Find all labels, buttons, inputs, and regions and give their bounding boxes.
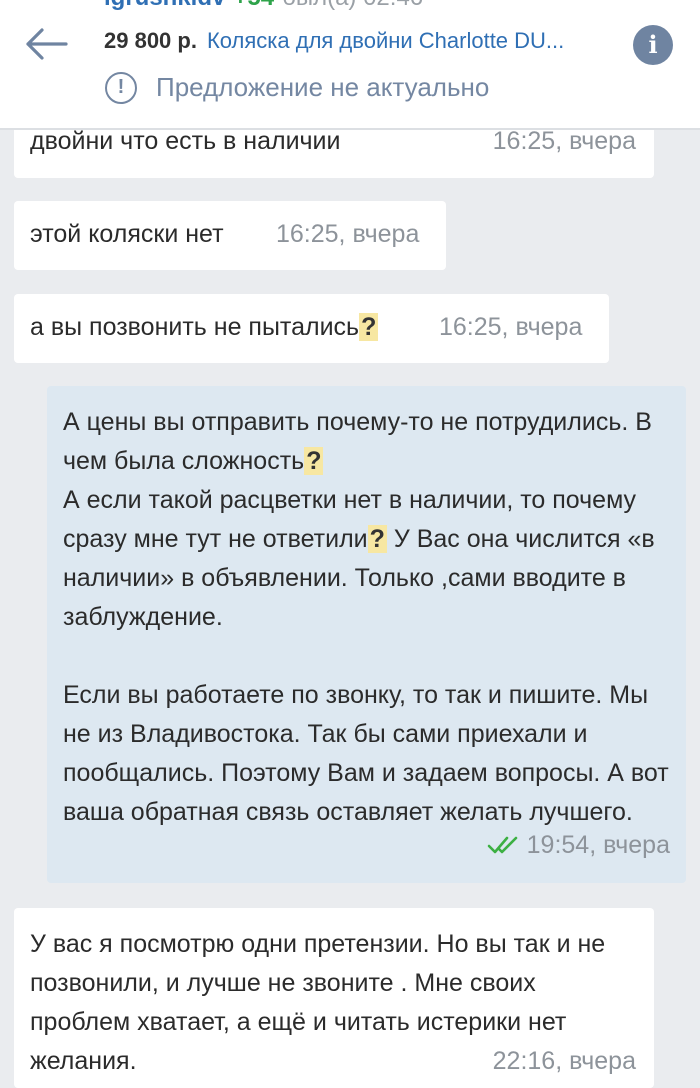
back-button[interactable] — [22, 26, 70, 62]
exclamation-circle-icon: ! — [105, 72, 137, 104]
own-message-bubble: А цены вы отправить почему-то не потруди… — [47, 386, 686, 883]
double-check-icon — [487, 828, 521, 867]
message-time: 22:16, вчера — [492, 1047, 636, 1075]
offer-status-notice: Предложение не актуально — [156, 72, 490, 102]
seller-last-seen: был(а) 02:46 — [282, 0, 423, 11]
message-text: а вы позвонить не пытались? — [30, 308, 379, 347]
highlighted-mark: ? — [367, 525, 387, 553]
message-bubble: этой коляски нет 16:25, вчера — [14, 201, 446, 270]
message-paragraph: Если вы работаете по звонку, то так и пи… — [63, 681, 669, 826]
info-icon[interactable]: i — [633, 25, 673, 65]
seller-rating: +54 — [233, 0, 274, 11]
listing-price: 29 800 р. — [104, 28, 197, 53]
message-text-part: а вы позвонить не пытались — [30, 313, 360, 341]
message-time: 16:25, вчера — [439, 313, 583, 341]
listing-link[interactable]: Коляска для двойни Charlotte DU... — [207, 28, 564, 53]
message-text-part: А цены вы отправить почему-то не потруди… — [63, 408, 652, 475]
message-paragraph: А цены вы отправить почему-то не потруди… — [63, 403, 670, 637]
message-bubble: У вас я посмотрю одни претензии. Но вы т… — [14, 908, 654, 1088]
message-meta: 19:54, вчера — [487, 826, 670, 867]
seller-info[interactable]: igrushkidv +54 был(а) 02:46 — [104, 0, 423, 12]
highlighted-mark: ? — [304, 447, 324, 475]
message-time: 16:25, вчера — [276, 220, 420, 248]
arrow-left-icon — [26, 28, 68, 60]
seller-name[interactable]: igrushkidv — [104, 0, 225, 11]
chat-header: igrushkidv +54 был(а) 02:46 29 800 р. Коляс… — [0, 0, 700, 130]
message-time: 19:54, вчера — [526, 831, 670, 859]
message-text: этой коляски нет — [30, 220, 224, 248]
highlighted-mark: ? — [359, 313, 379, 341]
message-bubble: а вы позвонить не пытались? 16:25, вчера — [14, 294, 609, 363]
listing-title-row[interactable]: 29 800 р. Коляска для двойни Charlotte DU… — [104, 28, 604, 54]
